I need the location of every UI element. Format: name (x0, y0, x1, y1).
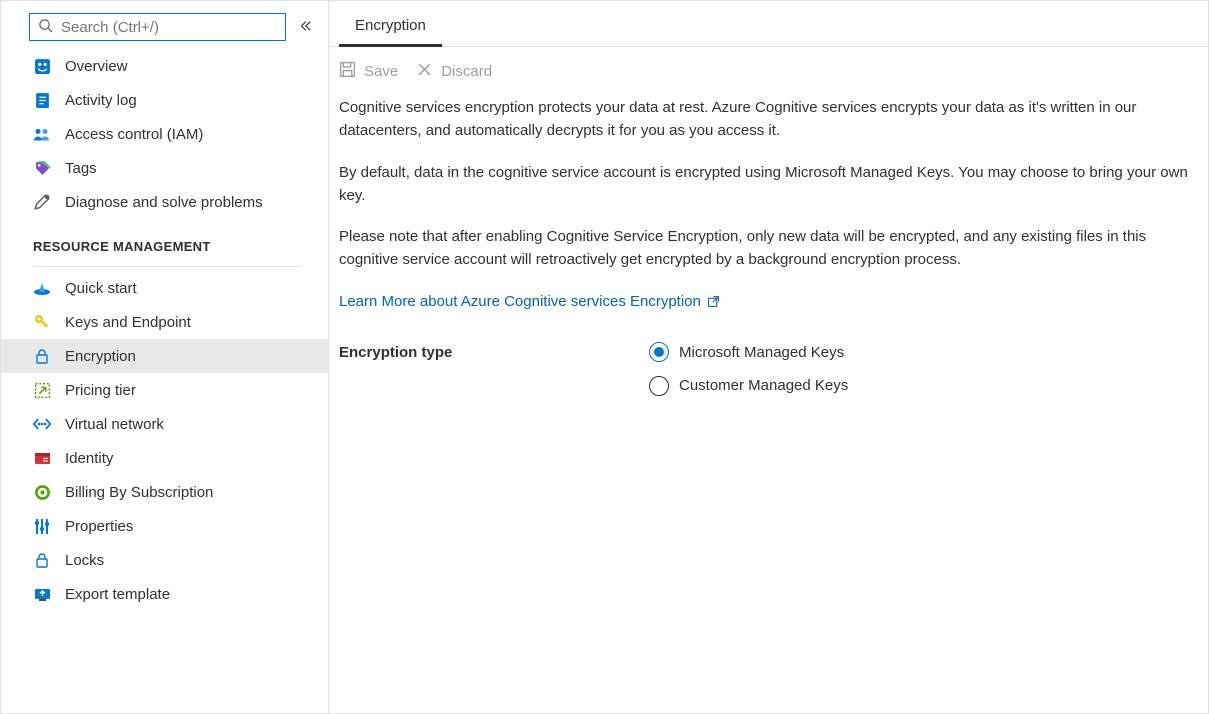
discard-icon (416, 61, 433, 82)
activity-icon (33, 91, 51, 109)
locks-icon (33, 551, 51, 569)
sidebar-item-identity[interactable]: Identity (1, 441, 328, 475)
sidebar-item-label: Identity (65, 450, 113, 467)
sidebar-item-diagnose-and-solve-problems[interactable]: Diagnose and solve problems (1, 185, 328, 219)
main-panel: Encryption Save Discard Cognitive servic… (329, 1, 1208, 713)
external-link-icon (707, 295, 720, 308)
sidebar-item-label: Keys and Endpoint (65, 314, 191, 331)
sidebar-item-encryption[interactable]: Encryption (1, 339, 328, 373)
pricing-icon (33, 381, 51, 399)
radio-microsoft-managed-keys[interactable]: Microsoft Managed Keys (649, 341, 848, 364)
lock-icon (33, 347, 51, 365)
sidebar-item-locks[interactable]: Locks (1, 543, 328, 577)
radio-label: Customer Managed Keys (679, 374, 848, 397)
discard-button[interactable]: Discard (416, 61, 492, 82)
export-icon (33, 585, 51, 603)
sidebar-item-keys-and-endpoint[interactable]: Keys and Endpoint (1, 305, 328, 339)
sidebar-item-label: Billing By Subscription (65, 484, 213, 501)
sidebar-item-label: Tags (65, 160, 97, 177)
diagnose-icon (33, 193, 51, 211)
intro-paragraph-2: By default, data in the cognitive servic… (339, 161, 1198, 208)
tab-encryption[interactable]: Encryption (339, 7, 442, 46)
sidebar-item-export-template[interactable]: Export template (1, 577, 328, 611)
sidebar: Overview Activity log Access control (IAM)… (1, 1, 329, 713)
sidebar-item-label: Activity log (65, 92, 137, 109)
collapse-sidebar-icon[interactable] (294, 15, 316, 40)
sidebar-item-label: Quick start (65, 280, 137, 297)
key-icon (33, 313, 51, 331)
search-icon (38, 18, 53, 36)
radio-circle-icon (649, 376, 669, 396)
sidebar-item-label: Diagnose and solve problems (65, 194, 263, 211)
sidebar-item-label: Export template (65, 586, 170, 603)
intro-paragraph-1: Cognitive services encryption protects y… (339, 96, 1198, 143)
properties-icon (33, 517, 51, 535)
encryption-type-row: Encryption type Microsoft Managed Keys Cu… (339, 341, 1198, 398)
search-row (1, 1, 328, 49)
vnet-icon (33, 415, 51, 433)
sidebar-item-billing-by-subscription[interactable]: Billing By Subscription (1, 475, 328, 509)
sidebar-item-overview[interactable]: Overview (1, 49, 328, 83)
overview-icon (33, 57, 51, 75)
radio-label: Microsoft Managed Keys (679, 341, 844, 364)
sidebar-item-activity-log[interactable]: Activity log (1, 83, 328, 117)
sidebar-item-properties[interactable]: Properties (1, 509, 328, 543)
sidebar-scroll[interactable]: Overview Activity log Access control (IAM)… (1, 49, 328, 713)
save-label: Save (364, 63, 398, 80)
sidebar-item-pricing-tier[interactable]: Pricing tier (1, 373, 328, 407)
encryption-type-options: Microsoft Managed Keys Customer Managed K… (649, 341, 848, 398)
sidebar-item-label: Overview (65, 58, 128, 75)
encryption-type-label: Encryption type (339, 341, 649, 398)
toolbar: Save Discard (329, 47, 1208, 96)
sidebar-item-virtual-network[interactable]: Virtual network (1, 407, 328, 441)
billing-icon (33, 483, 51, 501)
radio-circle-icon (649, 342, 669, 362)
content-area: Cognitive services encryption protects y… (329, 96, 1208, 417)
sidebar-item-tags[interactable]: Tags (1, 151, 328, 185)
search-input[interactable] (61, 19, 277, 36)
section-divider (33, 266, 300, 267)
sidebar-item-quick-start[interactable]: Quick start (1, 271, 328, 305)
sidebar-item-label: Locks (65, 552, 104, 569)
sidebar-item-access-control-iam[interactable]: Access control (IAM) (1, 117, 328, 151)
identity-icon (33, 449, 51, 467)
iam-icon (33, 125, 51, 143)
save-button[interactable]: Save (339, 61, 398, 82)
sidebar-item-label: Access control (IAM) (65, 126, 203, 143)
tab-bar: Encryption (329, 7, 1208, 47)
quickstart-icon (33, 279, 51, 297)
save-icon (339, 61, 356, 82)
learn-more-text: Learn More about Azure Cognitive service… (339, 290, 701, 313)
radio-customer-managed-keys[interactable]: Customer Managed Keys (649, 374, 848, 397)
tags-icon (33, 159, 51, 177)
search-box[interactable] (29, 13, 286, 41)
sidebar-item-label: Virtual network (65, 416, 164, 433)
learn-more-link[interactable]: Learn More about Azure Cognitive service… (339, 290, 720, 313)
discard-label: Discard (441, 63, 492, 80)
section-header-resource: RESOURCE MANAGEMENT (1, 219, 328, 262)
intro-paragraph-3: Please note that after enabling Cognitiv… (339, 225, 1198, 272)
sidebar-item-label: Encryption (65, 348, 136, 365)
sidebar-item-label: Pricing tier (65, 382, 136, 399)
sidebar-item-label: Properties (65, 518, 133, 535)
